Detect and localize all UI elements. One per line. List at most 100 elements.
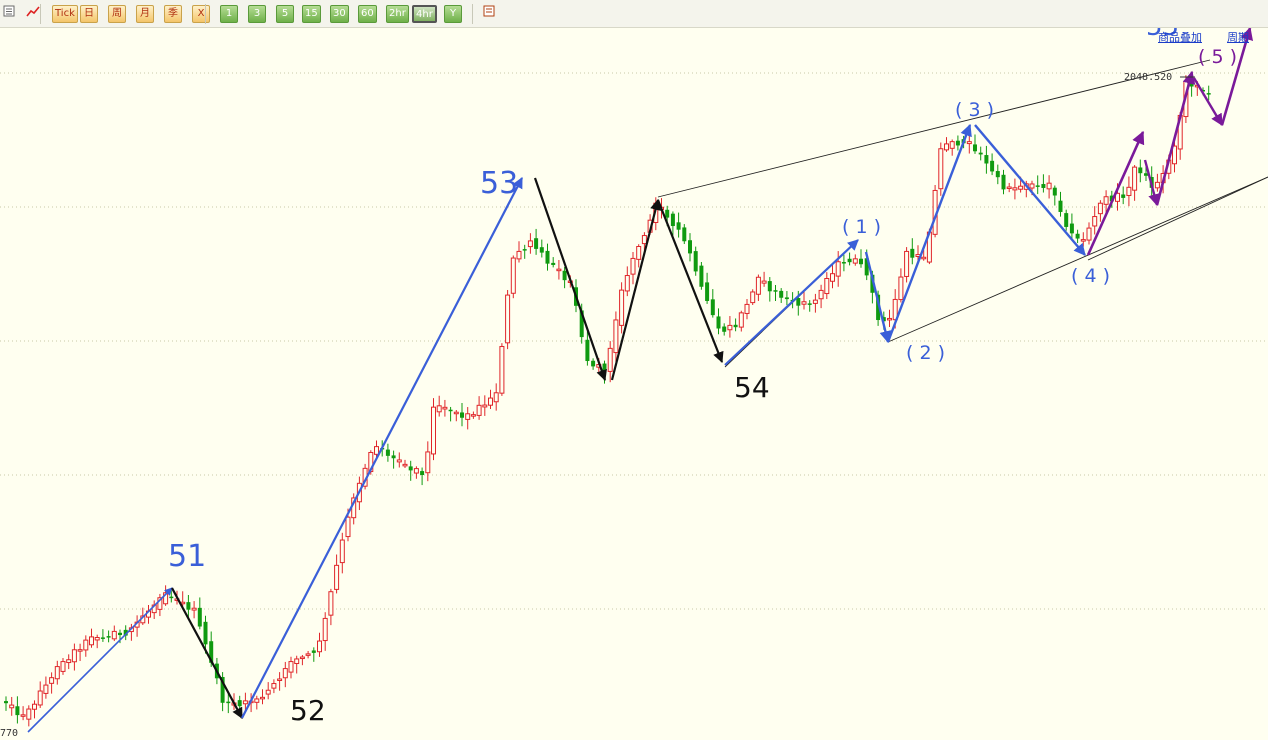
grid-lines	[0, 72, 1268, 610]
period-button-2hr[interactable]: 2hr	[386, 5, 409, 23]
candle	[1001, 169, 1006, 195]
candle	[944, 137, 949, 152]
candle	[1154, 173, 1160, 192]
candle	[1069, 213, 1074, 239]
candle	[4, 696, 8, 711]
candle-body	[733, 324, 738, 328]
candle	[60, 658, 66, 675]
candle	[305, 650, 311, 659]
candle-body	[396, 459, 402, 463]
candle	[271, 679, 277, 694]
candle-body	[556, 268, 562, 272]
candle	[493, 383, 499, 411]
period-link[interactable]: 周期	[1227, 29, 1249, 45]
period-button-30[interactable]: 30	[330, 5, 349, 23]
candle	[773, 285, 778, 301]
candle-body	[305, 653, 311, 656]
candle-body	[591, 360, 596, 367]
period-button-label: 5	[281, 8, 289, 19]
candle-body	[585, 339, 590, 362]
wave-label: 52	[290, 694, 326, 727]
candle-body	[539, 247, 544, 253]
candle-body	[527, 240, 533, 248]
candle-body	[237, 700, 242, 707]
candle-body	[670, 213, 675, 227]
candle-body	[32, 703, 37, 710]
candle-body	[317, 640, 322, 653]
period-button-15[interactable]: 15	[302, 5, 321, 23]
candle-body	[750, 291, 756, 304]
candle	[66, 654, 72, 670]
candle	[556, 259, 562, 280]
candle-body	[944, 143, 949, 151]
candle	[311, 647, 316, 662]
period-button-周[interactable]: 周	[108, 5, 126, 23]
candle	[111, 625, 117, 642]
candle-body	[847, 258, 852, 263]
calendar-button[interactable]	[480, 5, 498, 23]
candle-body	[921, 256, 927, 260]
candle-body	[562, 270, 567, 281]
candle-body	[761, 280, 767, 284]
candle-body	[688, 240, 692, 254]
candle-body	[727, 324, 733, 331]
candle	[37, 681, 43, 708]
period-button-月[interactable]: 月	[136, 5, 154, 23]
candle-body	[705, 282, 710, 301]
period-button-label: 1	[225, 8, 233, 19]
candle	[949, 139, 955, 156]
period-button-5[interactable]: 5	[276, 5, 294, 23]
candle	[904, 247, 910, 283]
candle	[898, 268, 904, 303]
candle-body	[328, 591, 334, 616]
candle	[71, 643, 77, 671]
candle-body	[254, 698, 260, 703]
period-button-4hr[interactable]: 4hr	[412, 5, 437, 23]
candle	[1046, 175, 1052, 199]
candle	[727, 316, 733, 338]
candle	[551, 257, 556, 268]
candle	[784, 290, 789, 306]
period-button-X[interactable]: X	[192, 5, 210, 23]
candle-body	[1012, 187, 1018, 191]
period-button-Tick[interactable]: Tick	[52, 5, 78, 23]
candle-body	[431, 406, 436, 455]
candle-body	[1103, 196, 1109, 205]
candle-body	[641, 235, 647, 245]
candle-body	[203, 621, 208, 645]
candle-body	[374, 446, 379, 455]
candle	[1097, 200, 1103, 222]
candle	[1064, 209, 1069, 231]
candle-body	[1069, 223, 1074, 234]
candle	[779, 288, 784, 303]
candle-body	[619, 289, 625, 326]
candle-body	[271, 683, 277, 689]
period-button-label: 季	[168, 8, 178, 19]
period-button-日[interactable]: 日	[80, 5, 98, 23]
candle-body	[636, 246, 642, 260]
period-button-1[interactable]: 1	[220, 5, 238, 23]
period-button-季[interactable]: 季	[164, 5, 182, 23]
candle-body	[482, 404, 488, 408]
candle	[973, 134, 977, 154]
candle-body	[973, 144, 977, 152]
candle	[938, 142, 944, 196]
period-button-60[interactable]: 60	[358, 5, 377, 23]
candle-body	[1138, 167, 1143, 174]
candle-body	[493, 392, 499, 403]
candle	[807, 300, 812, 312]
candle-body	[779, 290, 784, 298]
candle	[527, 233, 533, 254]
candle-body	[299, 656, 305, 660]
candle-body	[699, 265, 704, 287]
candle-body	[311, 650, 316, 653]
candle	[613, 311, 619, 363]
candle	[265, 682, 271, 700]
candle	[887, 309, 892, 327]
candle-body	[71, 649, 77, 663]
period-button-Y[interactable]: Y	[444, 5, 462, 23]
overlay-link[interactable]: 商品叠加	[1158, 29, 1202, 45]
candle-body	[265, 689, 271, 695]
list-button[interactable]	[0, 5, 18, 23]
period-button-3[interactable]: 3	[248, 5, 266, 23]
